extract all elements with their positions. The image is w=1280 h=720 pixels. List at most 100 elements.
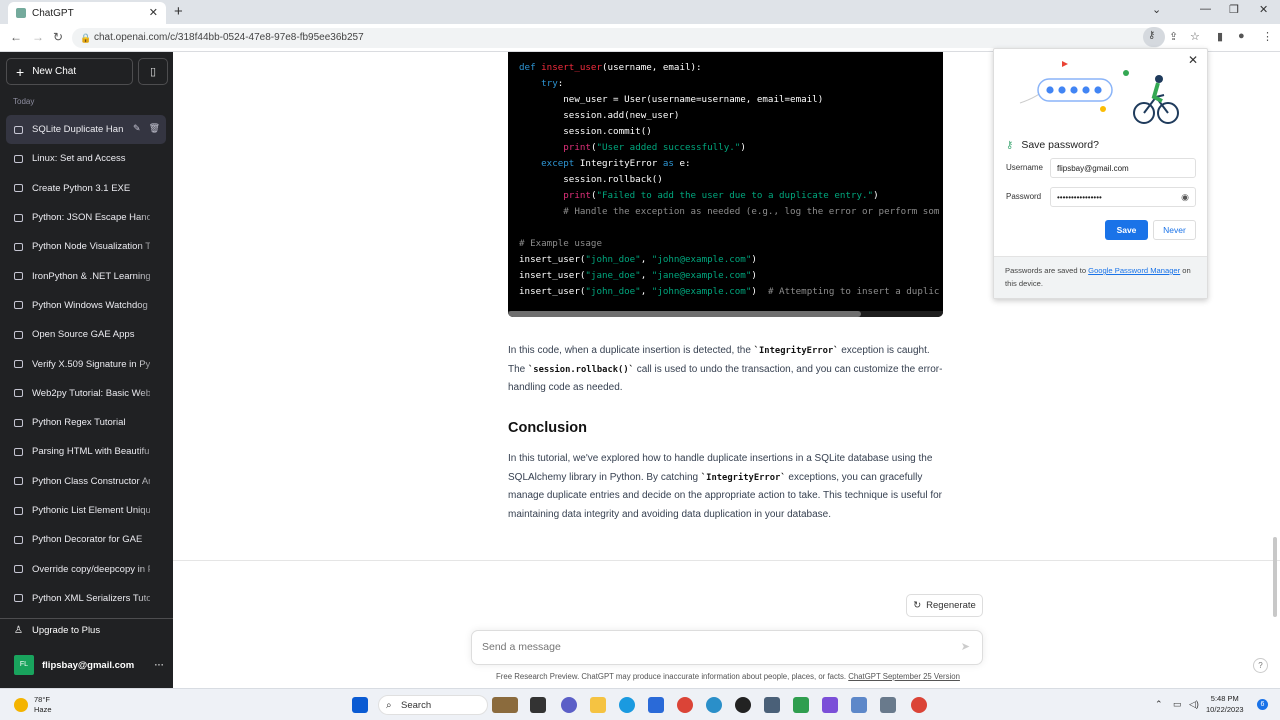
code-token: ) <box>751 286 768 297</box>
sidebar-chat-item[interactable]: Python Class Constructor Ar <box>6 466 166 496</box>
bookmark-star-icon[interactable]: ☆ <box>1190 30 1200 43</box>
tools-icon[interactable] <box>880 697 896 713</box>
weather-widget[interactable]: 78°F Haze <box>14 695 52 715</box>
forward-icon[interactable]: → <box>32 30 44 44</box>
sidebar-chat-item[interactable]: Override copy/deepcopy in P <box>6 554 166 584</box>
account-menu[interactable]: FL flipsbay@gmail.com ··· <box>14 655 164 675</box>
regenerate-label: Regenerate <box>926 600 976 611</box>
store-icon[interactable] <box>648 697 664 713</box>
sidebar-chat-item[interactable]: Linux: Set and Access <box>6 144 166 174</box>
clock[interactable]: 5:48 PM 10/22/2023 <box>1206 693 1244 715</box>
notification-badge[interactable]: 6 <box>1257 699 1268 710</box>
password-manager-note: Passwords are saved to Google Password M… <box>994 256 1207 298</box>
sidebar-chat-item[interactable]: Python Node Visualization Tu <box>6 232 166 262</box>
show-password-eye-icon[interactable]: ◉ <box>1181 188 1189 207</box>
close-window-icon[interactable]: ✕ <box>1259 3 1268 16</box>
share-icon[interactable]: ⇪ <box>1169 30 1178 43</box>
sidebar-chat-item[interactable]: Open Source GAE Apps <box>6 320 166 350</box>
vpn-icon[interactable] <box>822 697 838 713</box>
task-view-icon[interactable] <box>530 697 546 713</box>
profile-icon[interactable]: ● <box>1238 30 1245 42</box>
help-button[interactable]: ? <box>1253 658 1268 673</box>
network-icon[interactable]: ▭ <box>1173 699 1182 710</box>
file-explorer-icon[interactable] <box>590 697 606 713</box>
back-icon[interactable]: ← <box>10 30 22 44</box>
regenerate-button[interactable]: ↻ Regenerate <box>906 594 983 617</box>
sidebar-chat-item[interactable]: SQLite Duplicate Han ✎ 🗑 <box>6 115 166 145</box>
more-options-icon[interactable]: ··· <box>155 660 165 671</box>
taskbar-search[interactable]: ⌕ Search <box>378 695 488 715</box>
sidebar-chat-item[interactable]: Python Windows Watchdog T <box>6 290 166 321</box>
sidebar-chat-item[interactable]: Python XML Serializers Tutor <box>6 583 166 614</box>
chat-bubble-icon <box>14 506 23 515</box>
sidebar-chat-item[interactable]: Create Python 3.1 EXE <box>6 173 166 203</box>
code-token: IntegrityError <box>574 158 663 169</box>
scroll-thumb[interactable] <box>508 311 861 317</box>
password-field[interactable]: •••••••••••••••• ◉ <box>1050 187 1196 207</box>
upgrade-button[interactable]: ♙ Upgrade to Plus <box>14 625 100 636</box>
spreadsheet-icon[interactable] <box>793 697 809 713</box>
maximize-icon[interactable]: ❐ <box>1229 3 1239 16</box>
sidebar-chat-item[interactable]: Verify X.509 Signature in Pyt <box>6 349 166 379</box>
username-value: flipsbay@gmail.com <box>1057 164 1129 173</box>
sidebar-chat-item[interactable]: IronPython & .NET Learning <box>6 261 166 291</box>
sidebar-chat-item[interactable]: Python: JSON Escape Handli <box>6 202 166 233</box>
url-field[interactable]: 🔒 chat.openai.com/c/318f44bb-0524-47e8-9… <box>72 28 1164 48</box>
tab-search-icon[interactable]: ⌄ <box>1152 3 1161 16</box>
regenerate-icon: ↻ <box>913 600 922 611</box>
code-line: new_user = User(username=username, email… <box>519 94 943 110</box>
code-line: try: <box>519 78 943 94</box>
code-token: , <box>640 286 652 297</box>
code-token: "john_doe" <box>585 254 641 265</box>
never-button[interactable]: Never <box>1153 220 1196 240</box>
sidebar-chat-item[interactable]: Python Regex Tutorial <box>6 407 166 438</box>
save-button[interactable]: Save <box>1105 220 1148 240</box>
chat-title: Python XML Serializers Tutor <box>32 592 150 604</box>
browser-tab[interactable]: ChatGPT ✕ <box>8 2 166 24</box>
code-token: insert_user <box>541 62 602 73</box>
sidebar-chat-item[interactable]: Python Decorator for GAE <box>6 525 166 555</box>
minimize-icon[interactable]: — <box>1200 3 1211 15</box>
sidebar-chat-item[interactable]: Web2py Tutorial: Basic WebA <box>6 378 166 408</box>
chat-app-icon[interactable] <box>561 697 577 713</box>
send-icon[interactable]: ➤ <box>961 640 970 653</box>
sidebar-chat-item[interactable]: Pythonic List Element Uniqu <box>6 495 166 526</box>
message-input[interactable] <box>482 641 942 653</box>
weather-temp: 78°F <box>34 695 50 704</box>
browser-menu-icon[interactable]: ⋮ <box>1262 30 1273 43</box>
new-chat-button[interactable]: + New Chat <box>6 58 133 85</box>
side-panel-icon[interactable]: ▮ <box>1217 30 1223 43</box>
windows-start-icon[interactable] <box>352 697 368 713</box>
code-token: session.add(new_user) <box>519 110 680 121</box>
chat-title: Python Windows Watchdog T <box>32 299 150 311</box>
chat-title: Python Decorator for GAE <box>32 534 143 546</box>
time: 5:48 PM <box>1210 694 1239 703</box>
password-manager-link[interactable]: Google Password Manager <box>1088 266 1180 275</box>
reload-icon[interactable]: ↻ <box>53 30 63 44</box>
sidebar-chat-item[interactable]: Parsing HTML with Beautiful <box>6 437 166 467</box>
close-tab-icon[interactable]: ✕ <box>149 6 158 19</box>
volume-icon[interactable]: ◁) <box>1189 699 1199 710</box>
calculator-icon[interactable] <box>764 697 780 713</box>
version-link[interactable]: ChatGPT September 25 Version <box>848 672 960 681</box>
tray-chevron-icon[interactable]: ⌃ <box>1155 699 1163 710</box>
editor-icon[interactable] <box>851 697 867 713</box>
edit-icon[interactable]: ✎ <box>133 123 141 134</box>
github-icon[interactable] <box>735 697 751 713</box>
chrome-icon[interactable] <box>677 697 693 713</box>
chrome-active-icon[interactable] <box>911 697 927 713</box>
python-app-icon[interactable] <box>706 697 722 713</box>
code-token: e: <box>673 158 691 169</box>
page-scrollbar[interactable] <box>1273 537 1277 617</box>
new-tab-icon[interactable]: + <box>174 3 183 20</box>
close-icon[interactable]: ✕ <box>1188 53 1198 67</box>
edge-icon[interactable] <box>619 697 635 713</box>
password-key-button[interactable]: ⚷ <box>1143 27 1165 47</box>
code-horizontal-scrollbar[interactable] <box>508 311 943 317</box>
delete-icon[interactable]: 🗑 <box>149 123 160 134</box>
code-token: ) <box>873 190 879 201</box>
username-field[interactable]: flipsbay@gmail.com <box>1050 158 1196 178</box>
toggle-sidebar-button[interactable]: ▯ <box>138 58 168 85</box>
